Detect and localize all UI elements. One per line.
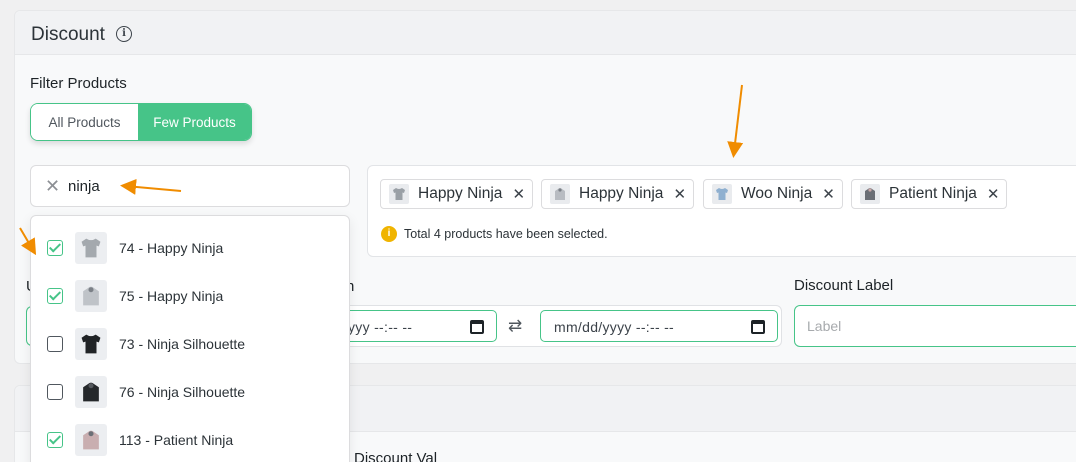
arrow-to-selected-icon: [727, 84, 744, 158]
annotation-arrows: [19, 84, 744, 256]
arrow-to-search-icon: [120, 178, 182, 195]
arrow-to-checkbox-icon: [19, 227, 37, 256]
